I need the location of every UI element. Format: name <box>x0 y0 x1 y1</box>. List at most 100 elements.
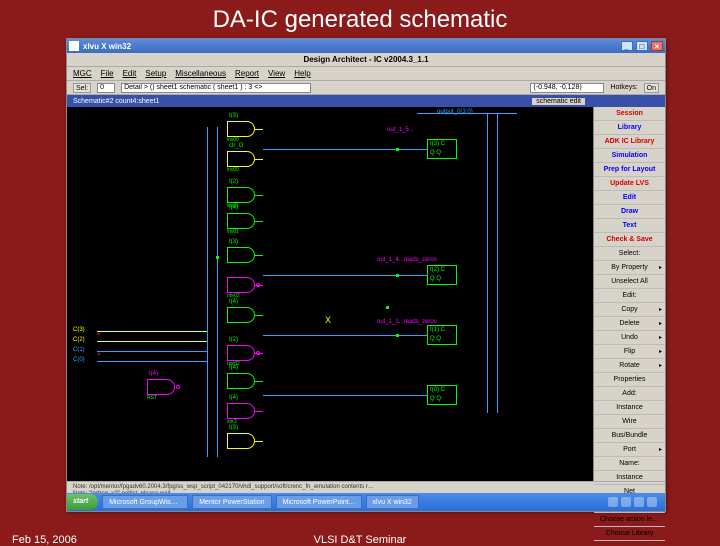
palette-flip[interactable]: Flip <box>594 345 665 359</box>
coord-display <box>530 83 604 93</box>
window-titlebar[interactable]: xlvu X win32 _ □ × <box>67 39 665 53</box>
status-row: Sel: Hotkeys: On <box>67 81 665 95</box>
window-controls: _ □ × <box>620 41 663 51</box>
palette-session[interactable]: Session <box>594 107 665 121</box>
palette-port[interactable]: Port <box>594 443 665 457</box>
footer-title: VLSI D&T Seminar <box>0 534 720 546</box>
palette-update-lvs[interactable]: Update LVS <box>594 177 665 191</box>
gate-i39[interactable]: I(3) <box>227 433 255 449</box>
wire <box>417 113 517 114</box>
palette-rotate[interactable]: Rotate <box>594 359 665 373</box>
taskbar-task[interactable]: Mentor PowerStation <box>192 495 271 509</box>
sheet-tab[interactable]: Schematic#2 count4:sheet1 <box>73 98 159 105</box>
maximize-button[interactable]: □ <box>636 41 648 51</box>
palette-simulation[interactable]: Simulation <box>594 149 665 163</box>
app-icon <box>69 41 79 51</box>
system-tray[interactable] <box>600 497 665 507</box>
palette-select-[interactable]: Select: <box>594 247 665 261</box>
palette-undo[interactable]: Undo <box>594 331 665 345</box>
palette-name-[interactable]: Name: <box>594 457 665 471</box>
menu-misc[interactable]: Miscellaneous <box>175 69 226 78</box>
palette-library[interactable]: Library <box>594 121 665 135</box>
node <box>216 256 219 259</box>
app-window: xlvu X win32 _ □ × Design Architect - IC… <box>66 38 666 512</box>
menu-report[interactable]: Report <box>235 69 259 78</box>
gate-i44[interactable]: I(2) inv01 <box>227 187 255 203</box>
net-output-bus: output_0(3:0) <box>437 109 473 115</box>
gate-i47[interactable]: I(4) <box>227 307 255 323</box>
port-c3: C(3) <box>73 327 85 333</box>
gate-xor1[interactable]: I(4) xor2 <box>227 403 255 419</box>
palette-edit-[interactable]: Edit: <box>594 289 665 303</box>
wire <box>207 127 208 457</box>
block-i0[interactable]: I(0) C Q Q <box>427 385 457 405</box>
menu-setup[interactable]: Setup <box>145 69 166 78</box>
start-button[interactable]: start <box>67 494 98 510</box>
tray-icon[interactable] <box>634 497 644 507</box>
palette-prep-for-layout[interactable]: Prep for Layout <box>594 163 665 177</box>
palette-delete[interactable]: Delete <box>594 317 665 331</box>
gate-i41[interactable]: I(4) <box>227 373 255 389</box>
close-button[interactable]: × <box>651 41 663 51</box>
palette-copy[interactable]: Copy <box>594 303 665 317</box>
gate-i46b[interactable]: clr_O inv00 <box>227 151 255 167</box>
palette-unselect-all[interactable]: Unselect All <box>594 275 665 289</box>
tray-icon[interactable] <box>621 497 631 507</box>
wire <box>263 395 427 396</box>
gate-i45[interactable]: I(4) inv01 <box>227 213 255 229</box>
wire <box>263 335 427 336</box>
palette-draw[interactable]: Draw <box>594 205 665 219</box>
node <box>396 274 399 277</box>
tool-palette: SessionLibraryADK IC LibrarySimulationPr… <box>593 107 665 481</box>
wire <box>497 113 498 413</box>
selection-button[interactable]: Sel: <box>73 83 91 93</box>
wire <box>263 275 427 276</box>
context-path[interactable] <box>121 83 311 93</box>
gate-clk[interactable]: I(4) RST <box>147 379 175 395</box>
net-out14: out_1_4...reads_zeros <box>377 257 437 263</box>
port-c1: C(1) <box>73 347 85 353</box>
palette-by-property[interactable]: By Property <box>594 261 665 275</box>
palette-add-[interactable]: Add: <box>594 387 665 401</box>
palette-choose-action-le-[interactable]: Choose action le… <box>594 513 665 527</box>
menu-help[interactable]: Help <box>294 69 310 78</box>
node <box>396 148 399 151</box>
note-line-1: Note: /opt/mentor/fpgadv60.2004.3/fpg/ss… <box>73 484 659 491</box>
palette-instance[interactable]: Instance <box>594 401 665 415</box>
block-i3[interactable]: I(3) C Q Q <box>427 139 457 159</box>
schematic-canvas[interactable]: output_0(3:0) out_1_5... out_1_4...reads… <box>67 107 593 481</box>
minimize-button[interactable]: _ <box>621 41 633 51</box>
menu-file[interactable]: File <box>101 69 114 78</box>
gate-i46a[interactable]: I(3) inv00 <box>227 121 255 137</box>
palette-adk-ic-library[interactable]: ADK IC Library <box>594 135 665 149</box>
menu-edit[interactable]: Edit <box>123 69 137 78</box>
gate-nor2[interactable]: I(2) nor02 <box>227 345 255 361</box>
selection-count[interactable] <box>97 83 115 93</box>
taskbar-task[interactable]: Microsoft PowerPoint... <box>276 495 362 509</box>
palette-properties[interactable]: Properties <box>594 373 665 387</box>
taskbar-task[interactable]: Microsoft GroupWise - N... <box>102 495 188 509</box>
palette-wire[interactable]: Wire <box>594 415 665 429</box>
block-i1[interactable]: I(1) C Q Q <box>427 325 457 345</box>
label-x: X <box>325 315 331 325</box>
node <box>396 334 399 337</box>
sheet-tab-bar: Schematic#2 count4:sheet1 schematic edit <box>67 95 665 107</box>
taskbar-task[interactable]: xlvu X win32 <box>366 495 419 509</box>
wire <box>263 149 427 150</box>
palette-bus-bundle[interactable]: Bus/Bundle <box>594 429 665 443</box>
node <box>386 306 389 309</box>
palette-check-save[interactable]: Check & Save <box>594 233 665 247</box>
palette-text[interactable]: Text <box>594 219 665 233</box>
wire <box>97 341 207 342</box>
menu-view[interactable]: View <box>268 69 285 78</box>
hotkeys-toggle[interactable]: On <box>644 83 659 93</box>
gate-i43[interactable]: I(3) <box>227 247 255 263</box>
palette-edit[interactable]: Edit <box>594 191 665 205</box>
tray-icon[interactable] <box>647 497 657 507</box>
block-i2[interactable]: I(2) C Q Q <box>427 265 457 285</box>
menu-mgc[interactable]: MGC <box>73 69 92 78</box>
gate-nor1[interactable]: nor02 <box>227 277 255 293</box>
palette-instance[interactable]: Instance <box>594 471 665 485</box>
marker-x: × <box>97 352 101 358</box>
tray-icon[interactable] <box>608 497 618 507</box>
